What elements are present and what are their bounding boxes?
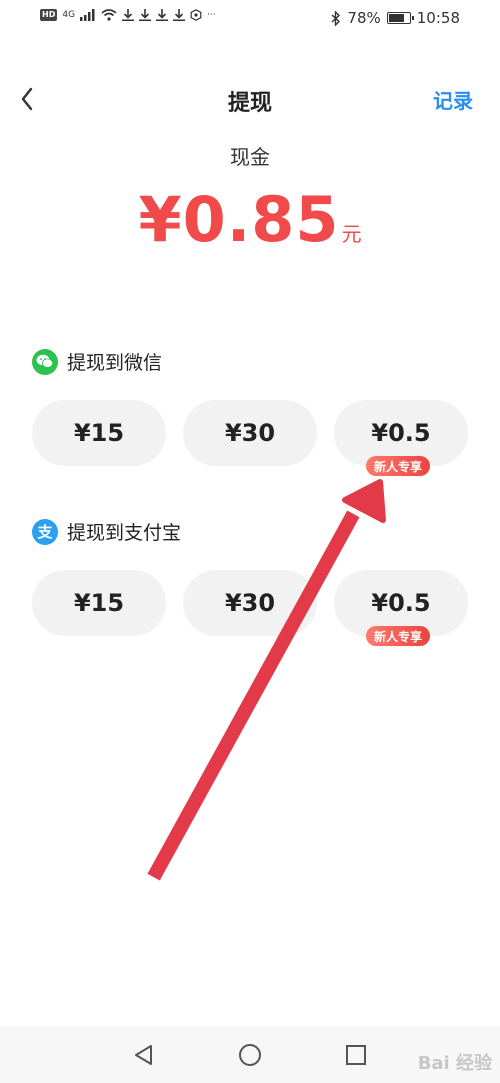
download-icon — [122, 9, 135, 21]
hd-badge: HD — [40, 9, 58, 21]
balance-amount: ¥0.85 — [138, 183, 340, 256]
network-type: 4G — [62, 10, 76, 20]
triangle-back-icon — [135, 1045, 152, 1065]
more-notifications: ··· — [207, 10, 216, 20]
alipay-section-label: 提现到支付宝 — [67, 522, 182, 544]
amount-label: ¥0.5 — [371, 419, 431, 447]
amount-label: ¥15 — [73, 589, 125, 617]
page-title: 提现 — [227, 91, 272, 116]
status-bar: HD 4G ··· 78% 10:58 — [0, 0, 500, 38]
wechat-amount-15-button[interactable]: ¥15 — [32, 400, 166, 466]
wechat-icon — [32, 348, 58, 375]
nav-recents-button[interactable] — [342, 1041, 370, 1069]
watermark: Bai 经验 — [417, 1053, 492, 1074]
new-user-badge: 新人专享 — [366, 456, 431, 476]
status-bar-right: 78% 10:58 — [331, 9, 460, 27]
balance-display: ¥0.85 元 — [0, 183, 500, 256]
battery-icon — [386, 12, 414, 24]
wechat-amount-30-button[interactable]: ¥30 — [183, 400, 317, 466]
amount-label: ¥30 — [224, 589, 276, 617]
nav-back-button[interactable] — [130, 1041, 158, 1069]
amount-label: ¥0.5 — [371, 589, 431, 617]
wechat-section-title: 提现到微信 — [32, 348, 162, 375]
download-icon — [173, 9, 186, 21]
square-recents-icon — [346, 1045, 366, 1065]
amount-label: ¥30 — [224, 419, 276, 447]
wifi-icon — [101, 9, 117, 21]
clock: 10:58 — [416, 9, 460, 27]
system-navigation-bar: Bai 经验 — [0, 1026, 500, 1083]
nav-home-button[interactable] — [236, 1041, 264, 1069]
new-user-badge: 新人专享 — [366, 626, 431, 646]
balance-unit: 元 — [341, 222, 362, 246]
alipay-amount-15-button[interactable]: ¥15 — [32, 570, 166, 636]
alipay-section-title: 支 提现到支付宝 — [32, 518, 181, 545]
wechat-section-label: 提现到微信 — [67, 352, 163, 374]
records-link[interactable]: 记录 — [433, 85, 473, 114]
download-icon — [156, 9, 169, 21]
circle-home-icon — [239, 1044, 261, 1066]
amount-label: ¥15 — [73, 419, 125, 447]
balance-label: 现金 — [230, 145, 270, 169]
bluetooth-icon — [331, 10, 341, 26]
download-icon — [139, 9, 152, 21]
alipay-icon: 支 — [32, 518, 58, 545]
hexagon-icon — [190, 9, 202, 21]
alipay-amount-30-button[interactable]: ¥30 — [183, 570, 317, 636]
battery-percent: 78% — [347, 9, 381, 27]
header: 提现 记录 — [0, 75, 500, 125]
status-bar-left: HD 4G ··· — [40, 9, 216, 21]
signal-icon — [80, 9, 95, 21]
